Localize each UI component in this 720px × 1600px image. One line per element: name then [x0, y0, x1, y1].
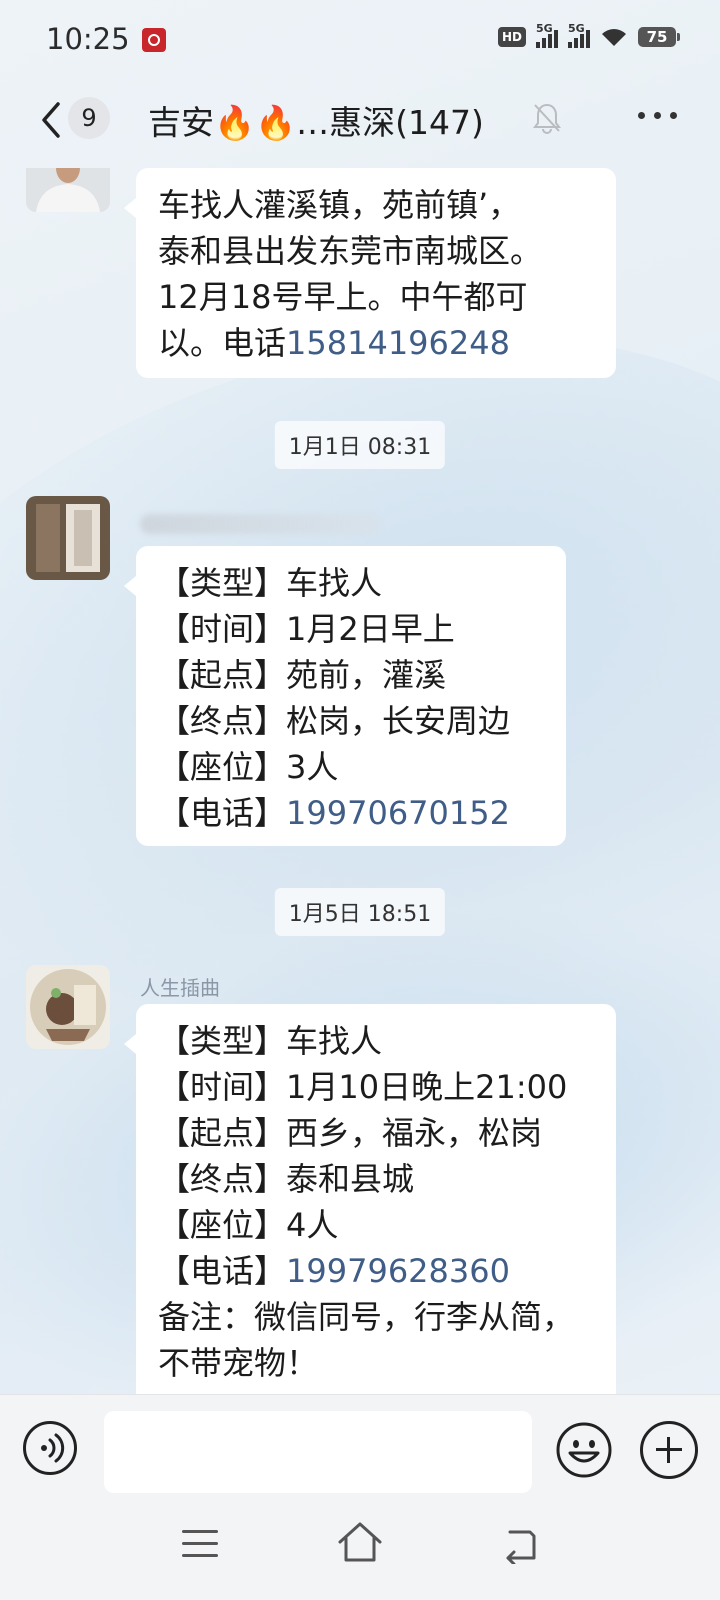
status-icons: HD 5G 5G 75 [497, 22, 680, 48]
signal-icon: 5G [568, 22, 590, 48]
wifi-icon [600, 26, 628, 48]
timestamp: 1月1日 08:31 [274, 421, 446, 469]
phone-link[interactable]: 19979628360 [286, 1252, 510, 1290]
page-title[interactable]: 吉安🔥🔥…惠深(147) [148, 96, 484, 144]
message-text: 泰和县城 [286, 1160, 415, 1198]
status-bar: 10:25 HD 5G 5G 75 [0, 0, 720, 82]
message-text: 西乡，福永，松岗 [286, 1114, 543, 1152]
phone-link[interactable]: 19970670152 [286, 794, 510, 832]
message-text: 12月18号早上。中午都可 [158, 278, 528, 316]
signal-icon: 5G [536, 22, 558, 48]
bank-app-icon [142, 28, 166, 52]
unread-badge[interactable]: 9 [68, 97, 110, 139]
message-text: 松岗，长安周边 [286, 702, 511, 740]
message-text: 备注：微信同号，行李从简， [158, 1298, 575, 1336]
input-bar [0, 1394, 720, 1501]
message-text: 3人 [286, 748, 339, 786]
message-text: 车找人 [286, 1022, 383, 1060]
hd-icon: HD [497, 27, 526, 47]
timestamp: 1月5日 18:51 [274, 888, 446, 936]
home-icon[interactable] [336, 1520, 384, 1564]
menu-icon[interactable] [182, 1530, 218, 1560]
phone-link[interactable]: 15814196248 [286, 324, 510, 362]
message-text: 4人 [286, 1206, 339, 1244]
sender-name-blurred [140, 514, 380, 534]
message-text: 1月10日晚上21:00 [286, 1068, 568, 1106]
message-bubble[interactable]: 车找人灌溪镇，苑前镇’， 泰和县出发东莞市南城区。 12月18号早上。中午都可 … [124, 168, 616, 378]
message-text: 车找人灌溪镇，苑前镇’， [158, 186, 521, 224]
more-icon[interactable] [638, 112, 678, 124]
battery-icon: 75 [638, 27, 680, 47]
bell-off-icon [532, 102, 562, 134]
back-icon[interactable] [500, 1524, 540, 1566]
message-input[interactable] [104, 1411, 532, 1493]
message-list[interactable]: 车找人灌溪镇，苑前镇’， 泰和县出发东莞市南城区。 12月18号早上。中午都可 … [0, 168, 720, 1394]
voice-icon[interactable] [23, 1421, 77, 1475]
avatar[interactable] [26, 496, 110, 580]
avatar[interactable] [26, 965, 110, 1049]
message-text: 车找人 [286, 564, 383, 602]
plus-icon[interactable] [640, 1421, 698, 1479]
clock: 10:25 [46, 22, 130, 56]
message-bubble[interactable]: 【类型】车找人 【时间】1月2日早上 【起点】苑前，灌溪 【终点】松岗，长安周边… [124, 546, 566, 846]
message-text: 以。电话15814196248 [158, 324, 510, 362]
sender-name: 人生插曲 [140, 976, 220, 1000]
message-text: 1月2日早上 [286, 610, 455, 648]
avatar[interactable] [26, 168, 110, 212]
message-text: 泰和县出发东莞市南城区。 [158, 232, 543, 270]
emoji-icon[interactable] [555, 1421, 613, 1479]
navigation-bar [0, 1500, 720, 1600]
message-text: 苑前，灌溪 [286, 656, 447, 694]
chat-header: 9 吉安🔥🔥…惠深(147) [0, 82, 720, 168]
message-bubble[interactable]: 【类型】车找人 【时间】1月10日晚上21:00 【起点】西乡，福永，松岗 【终… [124, 1004, 616, 1394]
message-text: 不带宠物！ [158, 1344, 319, 1382]
